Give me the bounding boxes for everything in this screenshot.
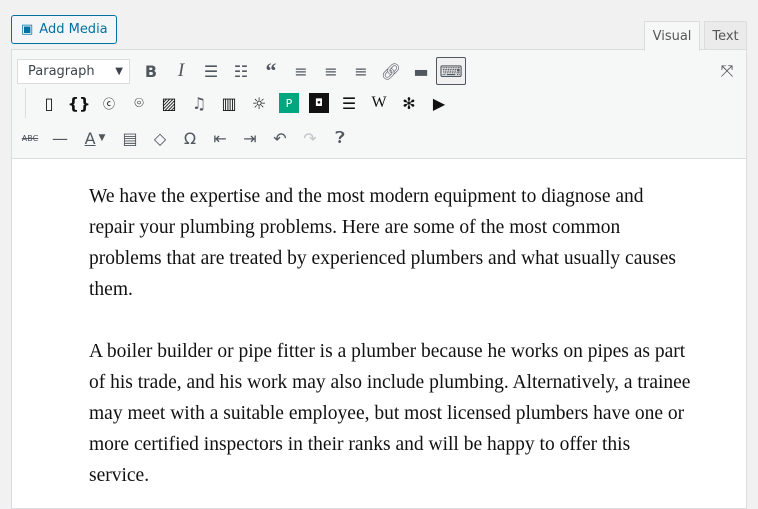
location-pin-icon[interactable]: ⌾	[124, 89, 154, 117]
green-p-icon[interactable]: P	[274, 89, 304, 117]
media-icon: ▣	[21, 22, 34, 37]
redo-icon[interactable]: ↷	[295, 124, 325, 152]
align-left-icon[interactable]: ≡	[286, 57, 316, 85]
bullet-list-icon[interactable]: ☰	[196, 57, 226, 85]
wikipedia-icon[interactable]: W	[364, 89, 394, 117]
list-icon[interactable]: ☰	[334, 89, 364, 117]
camera-icon[interactable]: ◘	[304, 89, 334, 117]
align-center-icon[interactable]: ≡	[316, 57, 346, 85]
editor-toolbar: Paragraph ▼ B I ☰ ☷ “ ≡ ≡ ≡ 🔗︎ ▬ ⌨ ⤧ ▯ {}…	[12, 50, 746, 159]
italic-icon[interactable]: I	[166, 57, 196, 85]
tab-text[interactable]: Text	[704, 21, 747, 50]
image-icon[interactable]: ▨	[154, 89, 184, 117]
fullscreen-icon[interactable]: ⤧	[712, 57, 742, 85]
clear-formatting-icon[interactable]: ◇	[145, 124, 175, 152]
paste-text-icon[interactable]: ▤	[115, 124, 145, 152]
toolbar-toggle-icon[interactable]: ⌨	[436, 57, 466, 85]
book-icon[interactable]: ▯	[34, 89, 64, 117]
editor: Paragraph ▼ B I ☰ ☷ “ ≡ ≡ ≡ 🔗︎ ▬ ⌨ ⤧ ▯ {}…	[11, 49, 747, 509]
sun-icon[interactable]: ☼	[244, 89, 274, 117]
add-media-button[interactable]: ▣ Add Media	[11, 15, 117, 44]
indent-icon[interactable]: ⇥	[235, 124, 265, 152]
horizontal-line-icon[interactable]: —	[45, 124, 75, 152]
undo-icon[interactable]: ↶	[265, 124, 295, 152]
tab-visual[interactable]: Visual	[644, 21, 700, 51]
help-icon[interactable]: ❓︎	[325, 124, 355, 152]
media-icon[interactable]: ♫	[184, 89, 214, 117]
text-color-icon[interactable]: A ▼	[75, 124, 115, 152]
format-select[interactable]: Paragraph ▼	[17, 58, 130, 84]
editor-content[interactable]: We have the expertise and the most moder…	[12, 159, 692, 491]
outdent-icon[interactable]: ⇤	[205, 124, 235, 152]
bold-icon[interactable]: B	[136, 57, 166, 85]
strikethrough-icon[interactable]: ABC	[15, 124, 45, 152]
special-character-icon[interactable]: Ω	[175, 124, 205, 152]
yelp-icon[interactable]: ✻	[394, 89, 424, 117]
youtube-icon[interactable]: ▶	[424, 89, 454, 117]
align-right-icon[interactable]: ≡	[346, 57, 376, 85]
paragraph: We have the expertise and the most moder…	[89, 186, 676, 300]
link-icon[interactable]: 🔗︎	[376, 57, 406, 85]
blockquote-icon[interactable]: “	[256, 57, 286, 85]
paragraph: A boiler builder or pipe fitter is a plu…	[89, 341, 691, 486]
code-braces-icon[interactable]: {}	[64, 89, 94, 117]
divider	[25, 88, 26, 118]
numbered-list-icon[interactable]: ☷	[226, 57, 256, 85]
map-icon[interactable]: ▥	[214, 89, 244, 117]
creative-commons-icon[interactable]: ⓒ	[94, 89, 124, 117]
read-more-icon[interactable]: ▬	[406, 57, 436, 85]
